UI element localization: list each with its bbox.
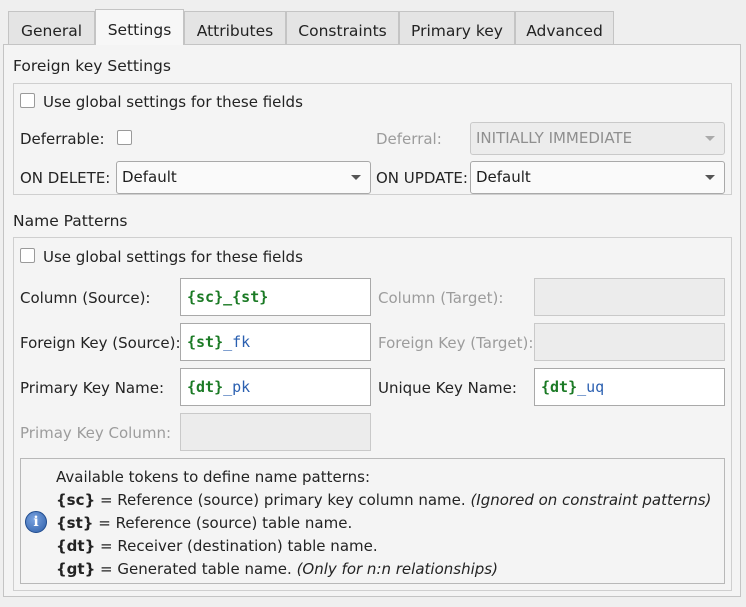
on-update-label: ON UPDATE:	[376, 169, 468, 187]
tab-advanced[interactable]: Advanced	[515, 11, 614, 44]
fk-source-suffix: _fk	[223, 333, 251, 351]
tokens-info-box: i Available tokens to define name patter…	[20, 458, 725, 584]
token-line-gt: {gt} = Generated table name. (Only for n…	[56, 560, 498, 578]
fk-source-input[interactable]: {st}_fk	[180, 323, 371, 361]
column-source-label: Column (Source):	[20, 289, 151, 307]
token-gt-note: (Only for n:n relationships)	[296, 560, 498, 578]
fk-target-input	[534, 323, 725, 361]
on-delete-select[interactable]: Default	[116, 161, 371, 194]
token-dt: {dt}	[56, 537, 96, 555]
on-update-value: Default	[476, 168, 531, 186]
tab-general[interactable]: General	[8, 11, 95, 44]
deferral-label: Deferral:	[376, 130, 442, 148]
column-source-input[interactable]: {sc}_{st}	[180, 278, 371, 316]
fk-settings-title: Foreign key Settings	[13, 57, 171, 75]
fk-use-global-checkbox[interactable]	[20, 93, 35, 108]
column-source-token: {sc}_{st}	[187, 288, 269, 306]
token-st-text: = Reference (source) table name.	[93, 514, 353, 532]
token-sc: {sc}	[56, 491, 96, 509]
uq-name-label: Unique Key Name:	[378, 379, 517, 397]
deferral-value: INITIALLY IMMEDIATE	[476, 129, 633, 147]
token-line-dt: {dt} = Receiver (destination) table name…	[56, 537, 378, 555]
column-target-input	[534, 278, 725, 316]
fk-source-label: Foreign Key (Source):	[20, 334, 181, 352]
on-update-select[interactable]: Default	[470, 161, 725, 194]
token-sc-text: = Reference (source) primary key column …	[95, 491, 471, 509]
tab-attributes[interactable]: Attributes	[184, 11, 286, 44]
fk-source-token: {st}	[187, 333, 224, 351]
deferral-select: INITIALLY IMMEDIATE	[470, 122, 725, 155]
pk-name-input[interactable]: {dt}_pk	[180, 368, 371, 406]
chevron-down-icon	[705, 136, 715, 141]
token-line-st: {st} = Reference (source) table name.	[56, 514, 352, 532]
pk-name-label: Primary Key Name:	[20, 379, 165, 397]
uq-name-suffix: _uq	[577, 378, 605, 396]
tab-constraints[interactable]: Constraints	[286, 11, 399, 44]
token-line-sc: {sc} = Reference (source) primary key co…	[56, 491, 711, 509]
chevron-down-icon	[351, 175, 361, 180]
token-gt-text: = Generated table name.	[95, 560, 297, 578]
on-delete-value: Default	[122, 168, 177, 186]
token-gt: {gt}	[56, 560, 96, 578]
token-st: {st}	[56, 514, 94, 532]
deferrable-checkbox[interactable]	[117, 130, 132, 145]
token-dt-text: = Receiver (destination) table name.	[95, 537, 378, 555]
fk-use-global-label: Use global settings for these fields	[43, 93, 303, 111]
deferrable-label: Deferrable:	[20, 130, 105, 148]
pk-column-input	[180, 413, 371, 451]
name-patterns-title: Name Patterns	[13, 212, 128, 230]
fk-target-label: Foreign Key (Target):	[378, 334, 534, 352]
tab-primary-key[interactable]: Primary key	[399, 11, 515, 44]
np-use-global-label: Use global settings for these fields	[43, 248, 303, 266]
pk-name-token: {dt}	[187, 378, 224, 396]
on-delete-label: ON DELETE:	[20, 169, 111, 187]
info-icon: i	[25, 511, 47, 533]
tokens-info-heading: Available tokens to define name patterns…	[56, 468, 371, 486]
uq-name-input[interactable]: {dt}_uq	[534, 368, 725, 406]
np-use-global-checkbox[interactable]	[20, 248, 35, 263]
token-sc-note: (Ignored on constraint patterns)	[470, 491, 712, 509]
chevron-down-icon	[705, 175, 715, 180]
column-target-label: Column (Target):	[378, 289, 504, 307]
tab-settings[interactable]: Settings	[95, 9, 184, 45]
pk-name-suffix: _pk	[223, 378, 251, 396]
pk-column-label: Primay Key Column:	[20, 424, 172, 442]
uq-name-token: {dt}	[541, 378, 578, 396]
